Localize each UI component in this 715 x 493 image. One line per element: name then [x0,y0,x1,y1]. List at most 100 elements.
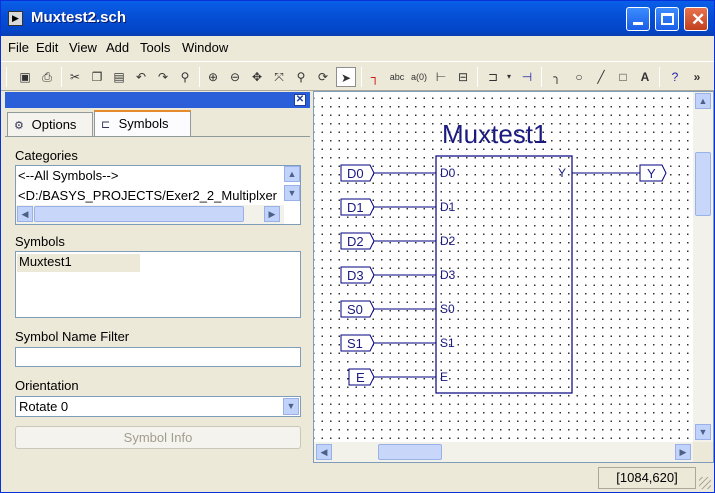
redo-icon[interactable]: ↷ [153,67,173,87]
schematic-editor[interactable]: Muxtest1 D0 D0 D1 D1 D2 D2 D3 D3 S0 S0 S… [313,91,714,463]
scroll-up-icon[interactable]: ▲ [695,93,711,109]
horizontal-scrollbar[interactable]: ◀ ▶ [314,442,693,462]
toolbar-separator [361,67,362,87]
scroll-up-icon[interactable]: ▲ [284,166,300,182]
rename-bus-icon[interactable]: a(0) [409,67,429,87]
list-item-selected[interactable]: Muxtest1 [17,254,140,272]
list-item[interactable]: <D:/BASYS_PROJECTS/Exer2_2_Multiplxer [18,188,277,203]
paste-icon[interactable]: ▤ [109,67,129,87]
print-icon[interactable]: ⎙ [37,67,57,87]
add-net-name-icon[interactable]: abc [387,67,407,87]
toolbar-separator [199,67,200,87]
output-y[interactable]: Y Y [558,164,667,182]
symbol-name-filter-input[interactable] [15,347,301,367]
add-rectangle-icon[interactable]: □ [613,67,633,87]
chevron-down-icon[interactable]: ▼ [283,398,299,415]
pin-label: S1 [440,336,455,350]
menu-add[interactable]: Add [106,40,129,55]
categories-list[interactable]: <--All Symbols--> <D:/BASYS_PROJECTS/Exe… [15,165,301,225]
horizontal-scrollbar[interactable]: ◀ ▶ [16,205,284,224]
list-item[interactable]: <--All Symbols--> [18,168,118,183]
orientation-label: Orientation [15,378,79,393]
input-d2[interactable]: D2 D2 [340,232,456,250]
orientation-select[interactable]: Rotate 0 ▼ [15,396,301,417]
copy-icon[interactable]: ❐ [87,67,107,87]
add-wire-icon[interactable]: ┐ [365,67,385,87]
scrollbar-corner [693,442,713,462]
select-arrow-icon[interactable]: ➤ [336,67,356,87]
schematic-app-icon[interactable]: ▶ [8,11,23,26]
scroll-down-icon[interactable]: ▼ [284,185,300,201]
help-icon[interactable]: ? [665,67,685,87]
add-bus-tap-icon[interactable]: ⊢ [431,67,451,87]
schematic-canvas[interactable]: Muxtest1 D0 D0 D1 D1 D2 D2 D3 D3 S0 S0 S… [314,92,693,442]
status-bar: [1084,620] [1,465,714,492]
scroll-right-icon[interactable]: ▶ [264,206,280,222]
scroll-thumb[interactable] [34,206,244,222]
find-icon[interactable]: ⚲ [175,67,195,87]
zoom-out-icon[interactable]: ⊖ [225,67,245,87]
pin-label: Y [558,166,566,180]
scroll-thumb[interactable] [378,444,442,460]
maximize-icon [661,13,674,25]
tab-options[interactable]: ⚙ Options [7,112,93,136]
vertical-scrollbar[interactable]: ▲ ▼ [693,92,713,443]
add-text-icon[interactable]: A [635,67,655,87]
pin-label: D2 [440,234,456,248]
toolbar-separator [659,67,660,87]
input-d1[interactable]: D1 D1 [340,198,456,216]
dropdown-arrow-icon[interactable]: ▾ [499,67,519,87]
tab-symbols-label: Symbols [118,116,169,131]
input-d0[interactable]: D0 D0 [340,164,456,182]
scroll-left-icon[interactable]: ◀ [316,444,332,460]
close-icon: ✕ [691,10,706,29]
menu-view[interactable]: View [69,40,97,55]
menu-file[interactable]: File [8,40,29,55]
zoom-area-icon[interactable]: ⚲ [291,67,311,87]
scroll-thumb[interactable] [695,152,711,216]
zoom-selection-icon[interactable]: ⤧ [269,67,289,87]
menu-tools[interactable]: Tools [140,40,170,55]
scroll-down-icon[interactable]: ▼ [695,424,711,440]
zoom-in-icon[interactable]: ⊕ [203,67,223,87]
close-icon[interactable]: ✕ [294,94,306,106]
minimize-button[interactable] [626,7,650,31]
tab-symbols[interactable]: ⊏ Symbols [94,110,191,137]
scroll-left-icon[interactable]: ◀ [17,206,33,222]
symbols-label: Symbols [15,234,65,249]
maximize-button[interactable] [655,7,679,31]
menu-edit[interactable]: Edit [36,40,58,55]
menu-bar: File Edit View Add Tools Window [1,36,714,58]
symbol-instance-name: Muxtest1 [442,119,548,149]
title-bar[interactable]: ▶ Muxtest2.sch ✕ [1,1,714,36]
more-icon[interactable]: » [687,67,707,87]
add-circle-icon[interactable]: ○ [569,67,589,87]
add-instance-name-icon[interactable]: ⊣ [517,67,537,87]
add-line-icon[interactable]: ╱ [591,67,611,87]
symbol-info-button[interactable]: Symbol Info [15,426,301,449]
menu-window[interactable]: Window [182,40,228,55]
add-io-marker-icon[interactable]: ⊟ [453,67,473,87]
add-arc-icon[interactable]: ╮ [547,67,567,87]
close-button[interactable]: ✕ [684,7,708,31]
application-window: ▶ Muxtest2.sch ✕ File Edit View Add Tool… [0,0,715,493]
undo-icon[interactable]: ↶ [131,67,151,87]
scroll-right-icon[interactable]: ▶ [675,444,691,460]
save-icon[interactable]: ▣ [15,67,35,87]
symbols-icon: ⊏ [101,119,111,131]
input-e[interactable]: E E [348,368,448,386]
symbols-list[interactable]: Muxtest1 [15,251,301,318]
pin-label: D0 [440,166,456,180]
mux-symbol-body[interactable] [435,155,573,394]
resize-grip-icon[interactable] [699,477,711,489]
options-icon: ⚙ [14,120,24,132]
input-s1[interactable]: S1 S1 [340,334,455,352]
refresh-icon[interactable]: ⟳ [313,67,333,87]
input-d3[interactable]: D3 D3 [340,266,456,284]
cut-icon[interactable]: ✂ [65,67,85,87]
cursor-coordinates: [1084,620] [598,467,696,489]
input-s0[interactable]: S0 S0 [340,300,455,318]
zoom-full-icon[interactable]: ✥ [247,67,267,87]
minimize-icon [633,22,643,25]
toolbar: ▣ ⎙ ✂ ❐ ▤ ↶ ↷ ⚲ ⊕ ⊖ ✥ ⤧ ⚲ ⟳ ➤ ┐ abc a(0)… [1,61,714,91]
